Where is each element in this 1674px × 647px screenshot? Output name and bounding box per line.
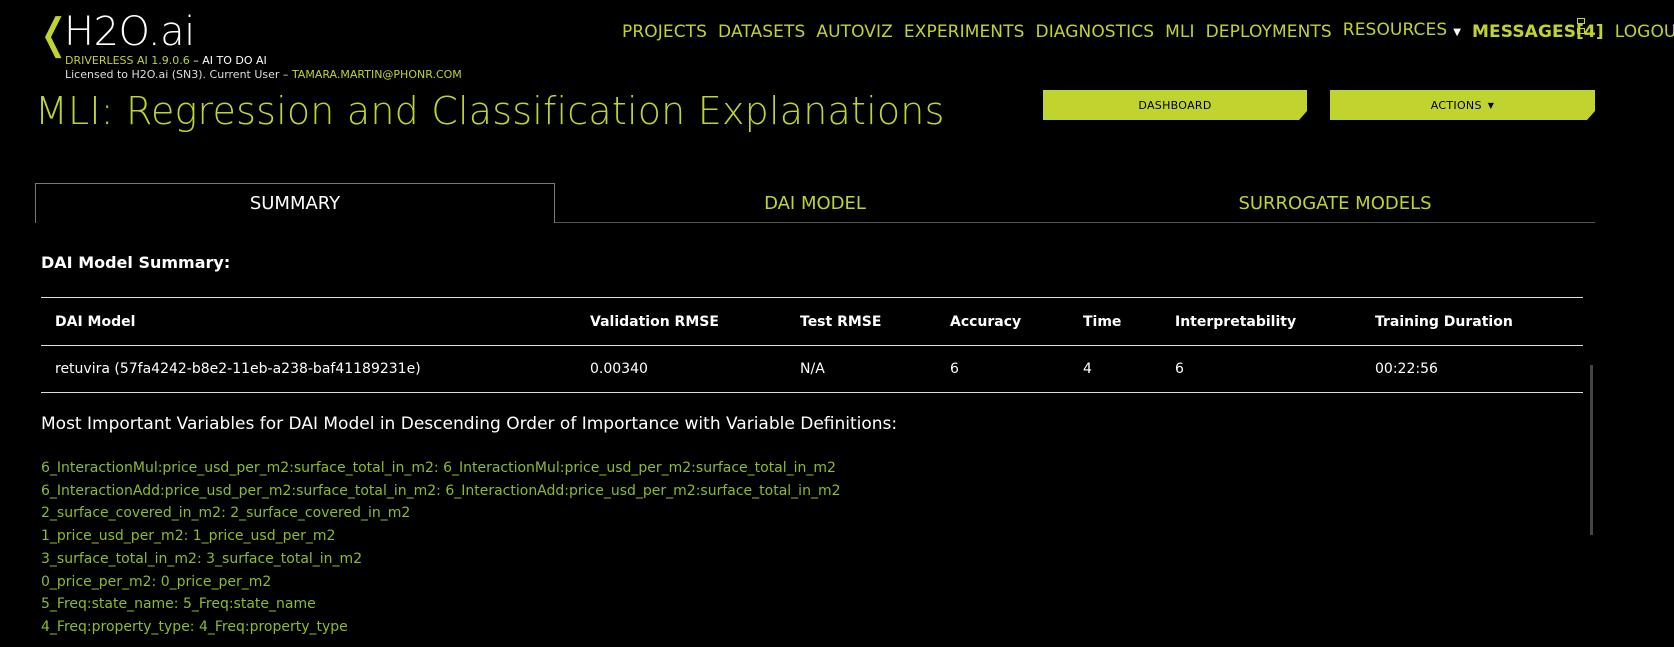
- list-item: 6_InteractionMul:price_usd_per_m2:surfac…: [41, 460, 836, 476]
- cell-validation-rmse: 0.00340: [590, 361, 648, 377]
- list-item: 1_price_usd_per_m2: 1_price_usd_per_m2: [41, 528, 336, 545]
- h2o-logo[interactable]: H2O.ai: [64, 8, 195, 56]
- version-info: DRIVERLESS AI 1.9.0.6 – AI TO DO AI: [65, 54, 267, 68]
- dashboard-button[interactable]: DASHBOARD: [1043, 90, 1307, 120]
- table-header-row: DAI Model Validation RMSE Test RMSE Accu…: [41, 298, 1583, 346]
- license-info: Licensed to H2O.ai (SN3). Current User –…: [65, 68, 462, 82]
- caret-down-icon: ▼: [1487, 100, 1495, 110]
- section-title: DAI Model Summary:: [41, 253, 231, 272]
- col-time: Time: [1083, 313, 1122, 330]
- nav-datasets[interactable]: DATASETS: [718, 21, 805, 43]
- variable-list: 6_InteractionMul:price_usd_per_m2:surfac…: [41, 457, 840, 639]
- cell-test-rmse: N/A: [800, 361, 825, 377]
- nav-diagnostics[interactable]: DIAGNOSTICS: [1036, 21, 1155, 43]
- version-label: DRIVERLESS AI 1.9.0.6: [65, 54, 190, 67]
- nav-projects[interactable]: PROJECTS: [622, 21, 707, 43]
- license-text: Licensed to H2O.ai (SN3). Current User –: [65, 68, 292, 81]
- list-item: 3_surface_total_in_m2: 3_surface_total_i…: [41, 550, 363, 567]
- col-dai-model: DAI Model: [55, 313, 136, 330]
- cell-training-duration: 00:22:56: [1375, 361, 1438, 377]
- tab-surrogate-models[interactable]: SURROGATE MODELS: [1075, 183, 1595, 223]
- cell-model: retuvira (57fa4242-b8e2-11eb-a238-baf411…: [55, 361, 421, 377]
- list-item: 0_price_per_m2: 0_price_per_m2: [41, 573, 272, 590]
- list-item: 5_Freq:state_name: 5_Freq:state_name: [41, 596, 316, 613]
- scrollbar[interactable]: [1590, 365, 1593, 535]
- tab-dai-model[interactable]: DAI MODEL: [555, 183, 1075, 223]
- caret-down-icon: ▼: [1453, 27, 1462, 38]
- model-summary-table: DAI Model Validation RMSE Test RMSE Accu…: [41, 297, 1583, 393]
- page-title: MLI: Regression and Classification Expla…: [35, 89, 945, 133]
- actions-button-label: ACTIONS: [1430, 98, 1482, 112]
- col-test-rmse: Test RMSE: [800, 313, 882, 330]
- col-validation-rmse: Validation RMSE: [590, 313, 719, 330]
- cell-accuracy: 6: [950, 361, 959, 377]
- cell-time: 4: [1083, 361, 1092, 377]
- mli-tabs: SUMMARY DAI MODEL SURROGATE MODELS: [35, 183, 1595, 223]
- col-accuracy: Accuracy: [950, 313, 1022, 330]
- top-nav: PROJECTS DATASETS AUTOVIZ EXPERIMENTS DI…: [622, 19, 1674, 44]
- dashboard-button-label: DASHBOARD: [1138, 98, 1212, 112]
- list-item: 6_InteractionAdd:price_usd_per_m2:surfac…: [41, 482, 841, 499]
- variables-heading: Most Important Variables for DAI Model i…: [41, 414, 898, 434]
- tagline: – AI TO DO AI: [189, 54, 267, 67]
- table-row: retuvira (57fa4242-b8e2-11eb-a238-baf411…: [41, 346, 1583, 393]
- actions-button[interactable]: ACTIONS ▼: [1330, 90, 1595, 120]
- nav-experiments[interactable]: EXPERIMENTS: [904, 21, 1025, 43]
- nav-mli[interactable]: MLI: [1165, 21, 1194, 43]
- nav-resources[interactable]: RESOURCES ▼: [1343, 19, 1461, 44]
- nav-resources-label: RESOURCES: [1342, 20, 1448, 40]
- cell-interpretability: 6: [1175, 361, 1184, 377]
- nav-deployments[interactable]: DEPLOYMENTS: [1206, 21, 1332, 43]
- col-training-duration: Training Duration: [1375, 313, 1513, 330]
- col-interpretability: Interpretability: [1175, 313, 1297, 330]
- list-item: 4_Freq:property_type: 4_Freq:property_ty…: [41, 618, 348, 635]
- menu-icon[interactable]: [1577, 18, 1585, 46]
- list-item: 2_surface_covered_in_m2: 2_surface_cover…: [41, 505, 411, 522]
- nav-logout[interactable]: LOGOUT: [1615, 21, 1674, 43]
- current-user-link[interactable]: TAMARA.MARTIN@PHONR.COM: [292, 68, 462, 81]
- tab-summary[interactable]: SUMMARY: [35, 183, 555, 223]
- nav-autoviz[interactable]: AUTOVIZ: [816, 21, 893, 43]
